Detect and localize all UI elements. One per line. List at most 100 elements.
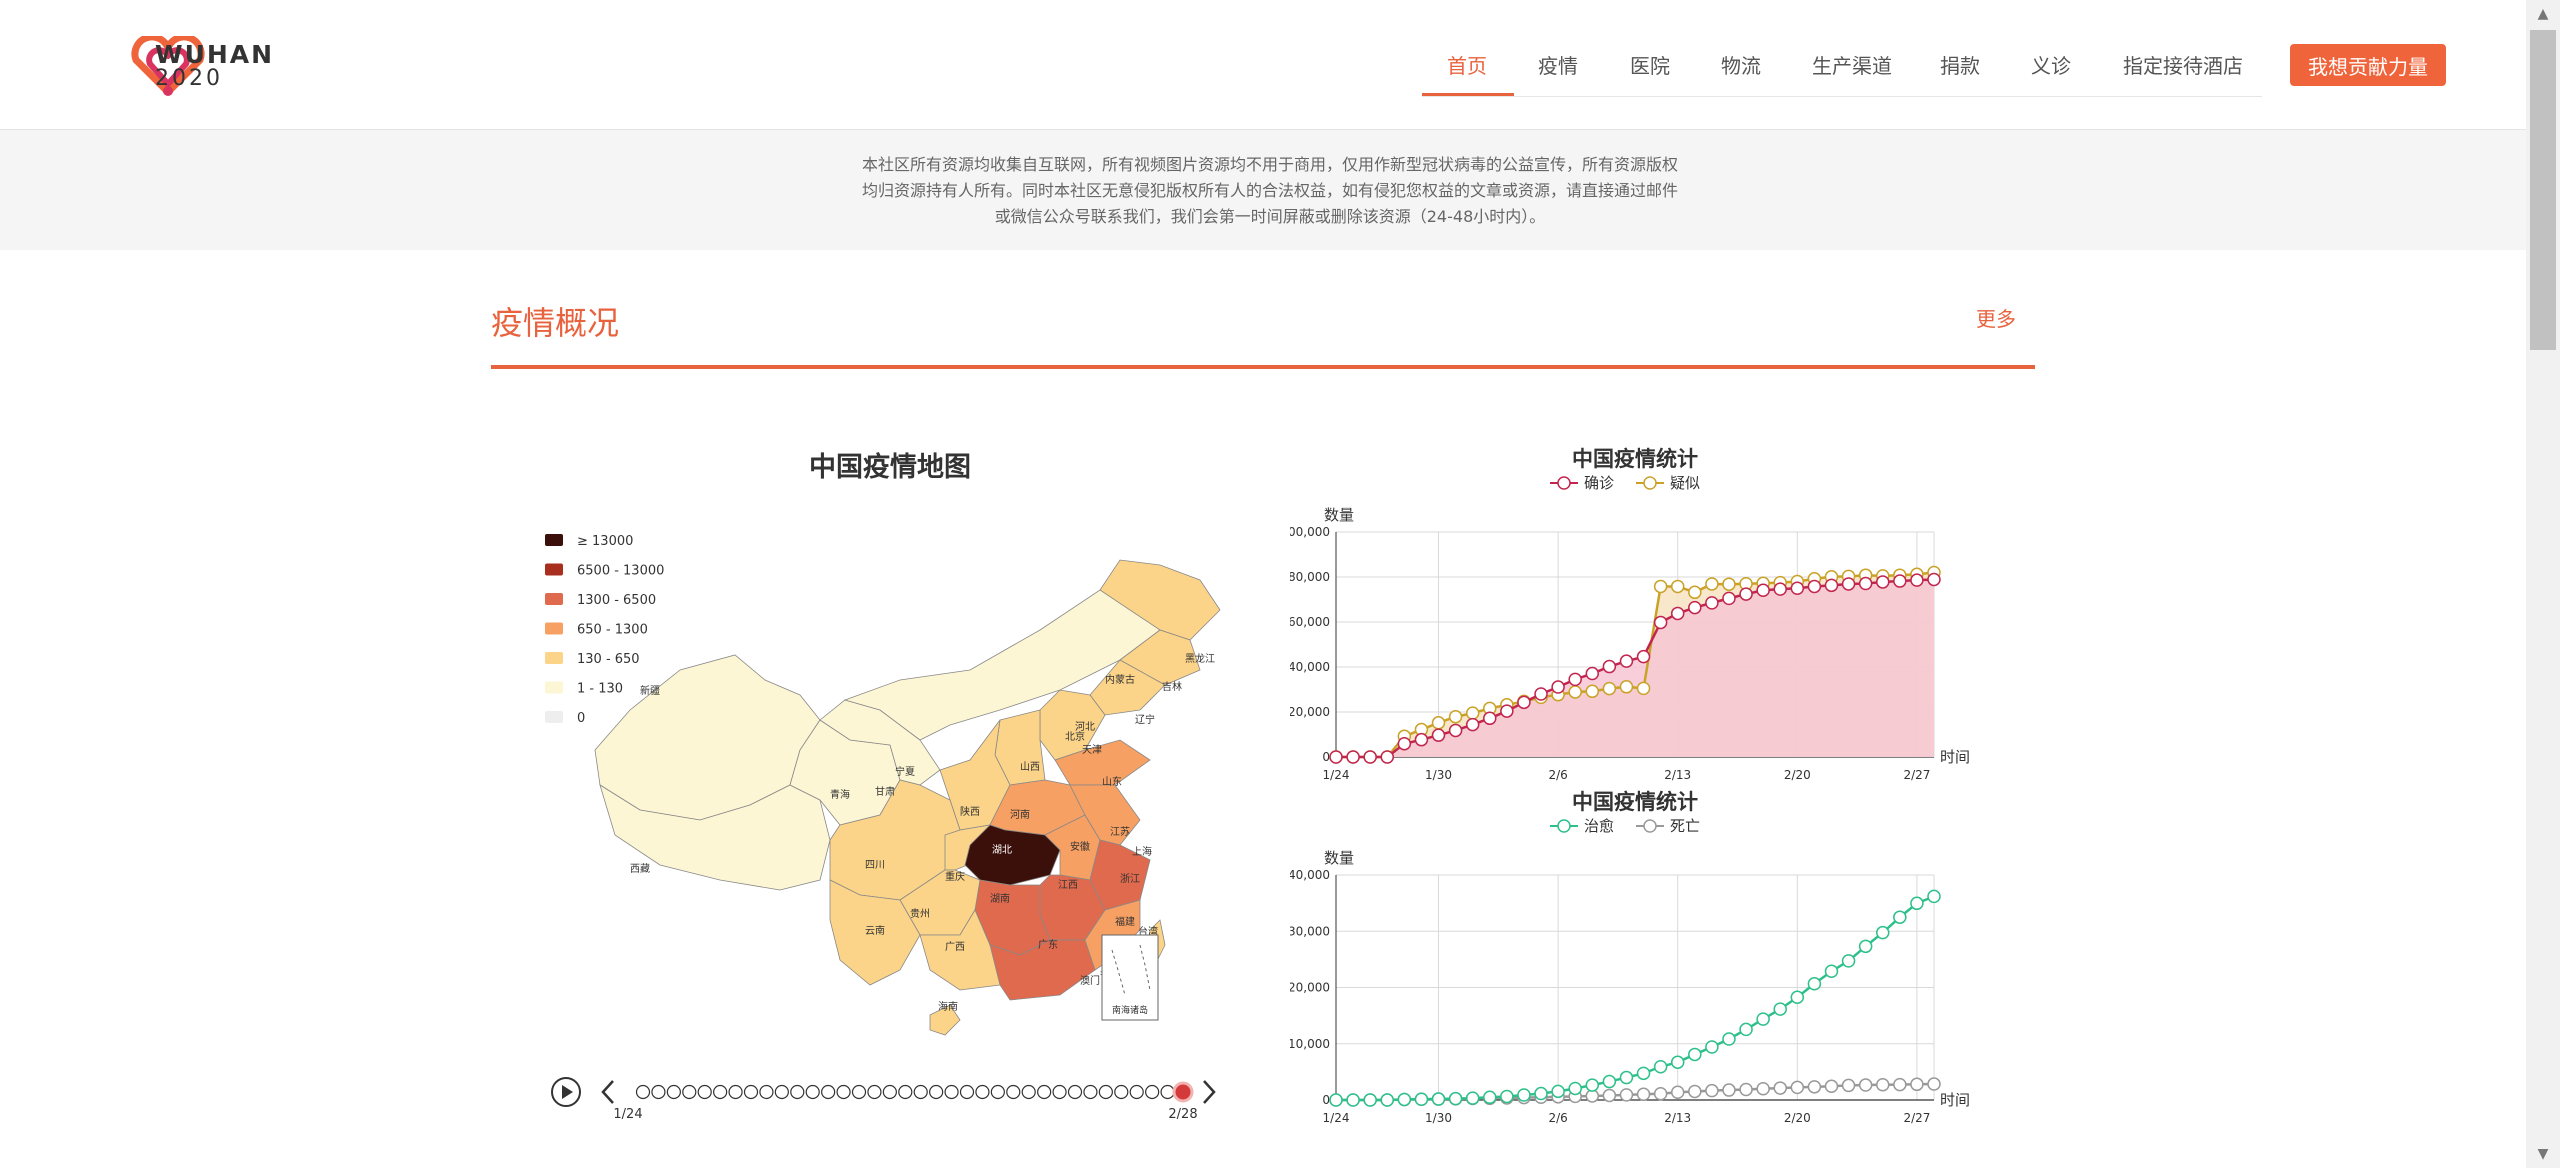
date-timeline[interactable]: 1/24 2/28 bbox=[551, 1077, 1216, 1120]
timeline-dot[interactable] bbox=[851, 1084, 867, 1100]
timeline-dot-selected[interactable] bbox=[1172, 1081, 1194, 1103]
scrollbar-thumb[interactable] bbox=[2530, 30, 2556, 350]
timeline-dot[interactable] bbox=[821, 1084, 836, 1100]
data-point[interactable] bbox=[1602, 1074, 1617, 1089]
data-point[interactable] bbox=[1688, 1047, 1702, 1062]
data-point[interactable] bbox=[1619, 680, 1634, 694]
data-point[interactable] bbox=[1841, 1078, 1856, 1093]
legend-swatch[interactable] bbox=[545, 681, 563, 694]
nav-item-donate[interactable]: 捐款 bbox=[1940, 50, 1980, 79]
timeline-dot[interactable] bbox=[651, 1084, 666, 1100]
data-point[interactable] bbox=[1619, 1070, 1634, 1085]
data-point[interactable] bbox=[1875, 1078, 1890, 1092]
timeline-dot[interactable] bbox=[1006, 1084, 1021, 1100]
data-point[interactable] bbox=[1875, 925, 1890, 940]
timeline-dot[interactable] bbox=[805, 1084, 820, 1100]
data-point[interactable] bbox=[1585, 684, 1600, 699]
data-point[interactable] bbox=[1414, 732, 1429, 747]
data-point[interactable] bbox=[1585, 666, 1600, 681]
data-point[interactable] bbox=[1636, 1066, 1651, 1081]
data-point[interactable] bbox=[1927, 572, 1941, 587]
data-point[interactable] bbox=[1910, 573, 1924, 587]
data-point[interactable] bbox=[1551, 680, 1565, 694]
timeline-dot[interactable] bbox=[1129, 1084, 1144, 1100]
data-point[interactable] bbox=[1653, 615, 1668, 630]
data-point[interactable] bbox=[1414, 1092, 1429, 1107]
timeline-dot[interactable] bbox=[790, 1084, 805, 1100]
timeline-dot[interactable] bbox=[944, 1084, 959, 1100]
nav-item-hotels[interactable]: 指定接待酒店 bbox=[2123, 50, 2243, 79]
nav-item-clinic[interactable]: 义诊 bbox=[2031, 50, 2071, 79]
data-point[interactable] bbox=[1893, 574, 1907, 588]
data-point[interactable] bbox=[1448, 709, 1463, 724]
data-point[interactable] bbox=[1688, 600, 1702, 615]
timeline-dot[interactable] bbox=[975, 1084, 990, 1100]
timeline-dot[interactable] bbox=[929, 1084, 944, 1100]
data-point[interactable] bbox=[1653, 579, 1668, 594]
more-link[interactable]: 更多 bbox=[1976, 303, 2016, 332]
timeline-dot[interactable] bbox=[898, 1084, 913, 1100]
timeline-next-icon[interactable] bbox=[1203, 1080, 1216, 1104]
region-neimenggu[interactable] bbox=[843, 589, 1161, 741]
data-point[interactable] bbox=[1397, 1092, 1412, 1107]
timeline-dot[interactable] bbox=[759, 1084, 774, 1100]
nav-item-logistics[interactable]: 物流 bbox=[1721, 50, 1761, 79]
data-point[interactable] bbox=[1448, 723, 1463, 738]
data-point[interactable] bbox=[1568, 1081, 1582, 1096]
data-point[interactable] bbox=[1841, 577, 1856, 591]
data-point[interactable] bbox=[1636, 649, 1651, 664]
nav-item-hospital[interactable]: 医院 bbox=[1630, 50, 1670, 79]
timeline-dot[interactable] bbox=[836, 1084, 851, 1100]
data-point[interactable] bbox=[1688, 1084, 1702, 1099]
data-point[interactable] bbox=[1756, 583, 1770, 598]
data-point[interactable] bbox=[1602, 659, 1617, 674]
data-point[interactable] bbox=[1858, 576, 1873, 591]
data-point[interactable] bbox=[1465, 1091, 1480, 1105]
data-point[interactable] bbox=[1739, 1022, 1753, 1037]
data-point[interactable] bbox=[1431, 716, 1446, 730]
data-point[interactable] bbox=[1893, 1077, 1907, 1092]
data-point[interactable] bbox=[1824, 1079, 1839, 1094]
timeline-dot[interactable] bbox=[882, 1084, 897, 1100]
data-point[interactable] bbox=[1773, 582, 1787, 596]
data-point[interactable] bbox=[1910, 1077, 1924, 1092]
legend-swatch[interactable] bbox=[545, 622, 563, 635]
data-point[interactable] bbox=[1875, 575, 1890, 589]
data-point[interactable] bbox=[1790, 581, 1805, 595]
legend-swatch[interactable] bbox=[545, 593, 563, 605]
data-point[interactable] bbox=[1927, 889, 1941, 904]
data-point[interactable] bbox=[1670, 1055, 1685, 1069]
data-point[interactable] bbox=[1858, 1078, 1873, 1092]
data-point[interactable] bbox=[1431, 728, 1446, 742]
data-point[interactable] bbox=[1756, 1012, 1770, 1026]
data-point[interactable] bbox=[1705, 1040, 1719, 1054]
timeline-dot[interactable] bbox=[743, 1084, 759, 1100]
nav-item-home[interactable]: 首页 bbox=[1447, 50, 1487, 79]
legend-marker[interactable] bbox=[1643, 476, 1657, 490]
legend-marker[interactable] bbox=[1557, 476, 1571, 490]
timeline-dot[interactable] bbox=[666, 1084, 681, 1100]
nav-item-epidemic[interactable]: 疫情 bbox=[1538, 50, 1578, 79]
scroll-up-icon[interactable]: ▲ bbox=[2533, 4, 2553, 24]
data-point[interactable] bbox=[1722, 591, 1736, 606]
legend-marker[interactable] bbox=[1557, 819, 1571, 833]
timeline-dot[interactable] bbox=[1021, 1084, 1036, 1100]
timeline-dot[interactable] bbox=[682, 1084, 697, 1100]
data-point[interactable] bbox=[1551, 1084, 1565, 1099]
data-point[interactable] bbox=[1824, 578, 1839, 593]
data-point[interactable] bbox=[1397, 736, 1412, 751]
data-point[interactable] bbox=[1380, 750, 1395, 764]
data-point[interactable] bbox=[1807, 579, 1822, 594]
data-point[interactable] bbox=[1465, 717, 1480, 732]
timeline-dot[interactable] bbox=[913, 1084, 928, 1100]
timeline-dot[interactable] bbox=[635, 1084, 651, 1100]
timeline-dot[interactable] bbox=[959, 1084, 975, 1100]
data-point[interactable] bbox=[1363, 750, 1377, 764]
data-point[interactable] bbox=[1431, 1092, 1446, 1106]
data-point[interactable] bbox=[1483, 1090, 1497, 1105]
data-point[interactable] bbox=[1585, 1078, 1600, 1092]
data-point[interactable] bbox=[1893, 910, 1907, 924]
data-point[interactable] bbox=[1619, 654, 1634, 668]
data-point[interactable] bbox=[1670, 606, 1685, 621]
data-point[interactable] bbox=[1500, 1089, 1514, 1104]
